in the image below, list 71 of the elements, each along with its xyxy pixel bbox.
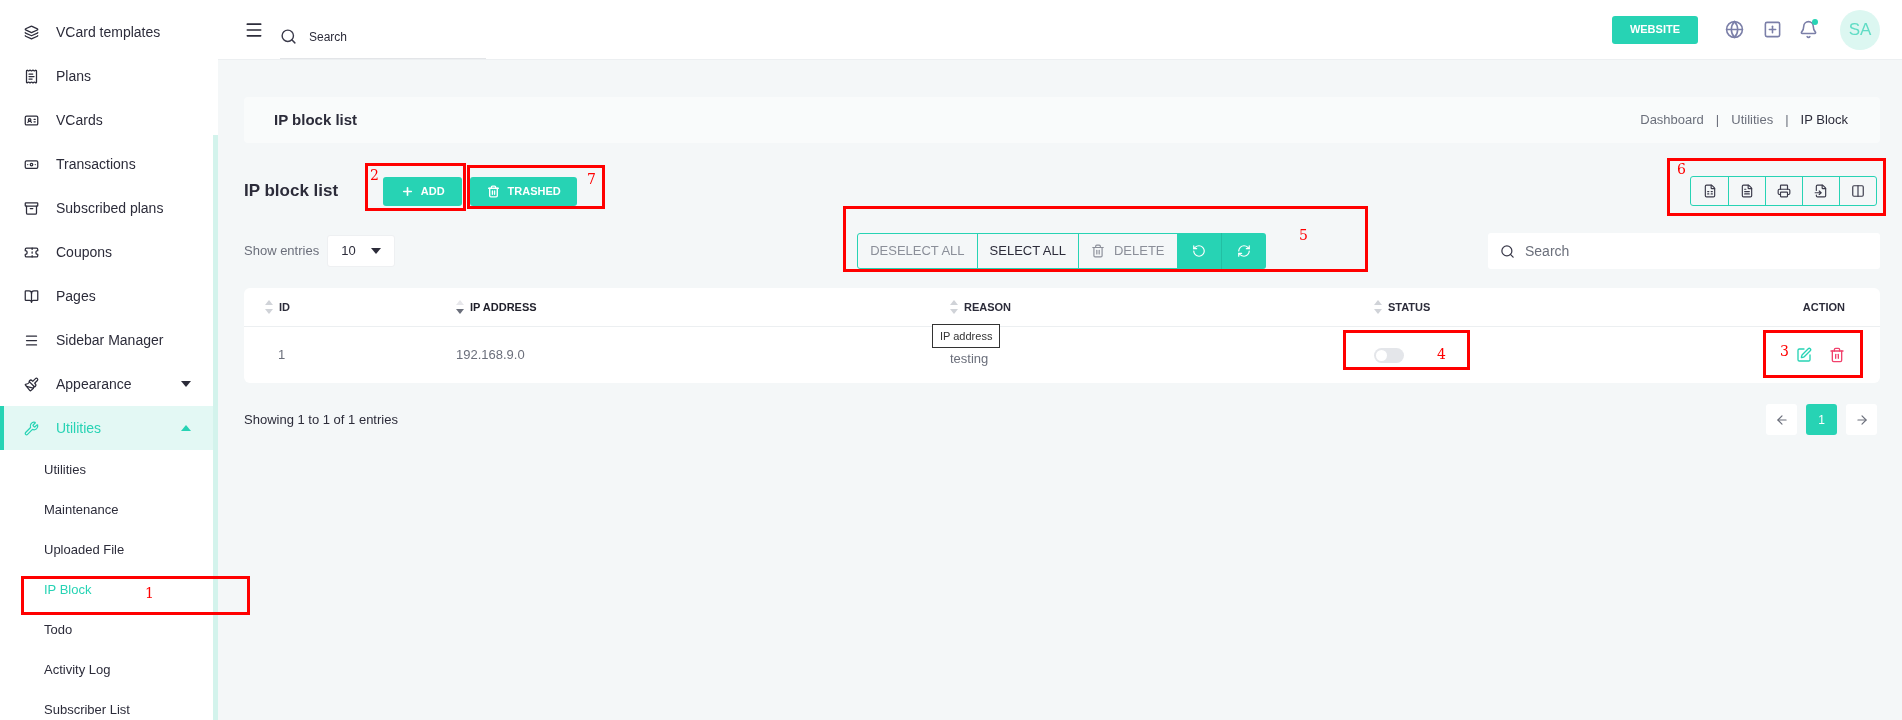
breadcrumb-separator: | <box>1785 111 1789 130</box>
list-title: IP block list <box>244 180 339 203</box>
annotation-number: 2 <box>370 168 379 182</box>
annotation-number: 4 <box>1437 347 1446 361</box>
bell-icon[interactable] <box>1799 20 1818 39</box>
sidebar-item[interactable]: Appearance <box>0 362 213 406</box>
sidebar-subitem[interactable]: Maintenance <box>44 500 119 520</box>
receipt-icon <box>24 68 39 84</box>
globe-icon[interactable] <box>1725 20 1744 39</box>
book-icon <box>24 288 39 304</box>
table-cell-text: 192.168.9.0 <box>456 346 525 365</box>
refresh-icon <box>1236 244 1251 258</box>
status-toggle[interactable] <box>1374 347 1404 363</box>
search-box[interactable]: Search <box>1488 233 1880 269</box>
sidebar-item[interactable]: Sidebar Manager <box>0 318 213 362</box>
sidebar-subitem[interactable]: Subscriber List <box>44 700 130 720</box>
annotation-number: 3 <box>1780 344 1789 358</box>
previous-page-button[interactable] <box>1766 404 1797 435</box>
search-field[interactable]: Search <box>309 21 469 52</box>
annotation-number: 6 <box>1677 162 1686 176</box>
paintbrush-icon <box>24 376 39 392</box>
sidebar-item[interactable]: Transactions <box>0 142 213 186</box>
entries-info: Showing 1 to 1 of 1 entries <box>244 410 399 429</box>
caret-icon <box>181 381 191 387</box>
layers-icon <box>24 24 39 40</box>
wrench-icon <box>24 420 39 436</box>
next-page-button[interactable] <box>1846 404 1877 435</box>
trash-icon <box>486 184 500 198</box>
column-header[interactable]: REASON <box>964 298 1012 316</box>
trash-icon <box>1090 244 1105 258</box>
sidebar-item[interactable]: Pages <box>0 274 213 318</box>
select-button[interactable]: SELECT ALL <box>976 233 1079 269</box>
column-header: ACTION <box>1802 299 1845 315</box>
table-cell-text: 1 <box>278 346 286 365</box>
show-entries-label: Show entries <box>244 242 320 261</box>
sidebar-subitem[interactable]: Uploaded File <box>44 540 125 560</box>
sidebar-item[interactable]: Plans <box>0 54 213 98</box>
archive-icon <box>24 200 39 216</box>
table-search-field[interactable]: Search <box>1525 236 1868 266</box>
sidebar-item[interactable]: Subscribed plans <box>0 186 213 230</box>
ticket-icon <box>24 244 39 260</box>
caret-icon <box>181 425 191 431</box>
trash-icon[interactable] <box>1829 347 1845 363</box>
breadcrumb-separator: | <box>1715 111 1720 130</box>
sidebar-item[interactable]: VCards <box>0 98 213 142</box>
sidebar-item[interactable]: Coupons <box>0 230 213 274</box>
annotation-number: 7 <box>587 172 596 186</box>
sidebar-subitem[interactable]: Utilities <box>44 460 86 480</box>
page-title: IP block list <box>274 109 359 130</box>
sidebar-item[interactable]: VCard templates <box>0 10 213 54</box>
sidebar-subitem[interactable]: Todo <box>44 620 73 640</box>
entries-select[interactable]: 10 <box>327 235 396 267</box>
reset-icon <box>1192 244 1207 258</box>
tooltip: IP address <box>932 324 1001 348</box>
scrollbar-thumb[interactable] <box>213 135 218 720</box>
table-cell-text: testing <box>950 350 989 369</box>
sidebar-subitem[interactable]: Activity Log <box>44 660 111 680</box>
column-header[interactable]: STATUS <box>1388 298 1431 316</box>
annotation-number: 5 <box>1299 228 1308 242</box>
search-icon <box>280 28 297 45</box>
list-icon <box>24 332 39 348</box>
column-header[interactable]: ID <box>279 298 290 316</box>
breadcrumb-link[interactable]: Dashboard <box>1640 110 1704 130</box>
annotation-number: 1 <box>145 586 154 600</box>
search-icon <box>1500 243 1515 259</box>
breadcrumb-link[interactable]: Utilities <box>1731 110 1774 130</box>
id-card-icon <box>24 112 39 128</box>
caret-icon <box>371 248 382 254</box>
column-header[interactable]: IP ADDRESS <box>470 298 537 316</box>
plus-icon <box>400 184 414 198</box>
plus-square-icon[interactable] <box>1763 20 1782 39</box>
